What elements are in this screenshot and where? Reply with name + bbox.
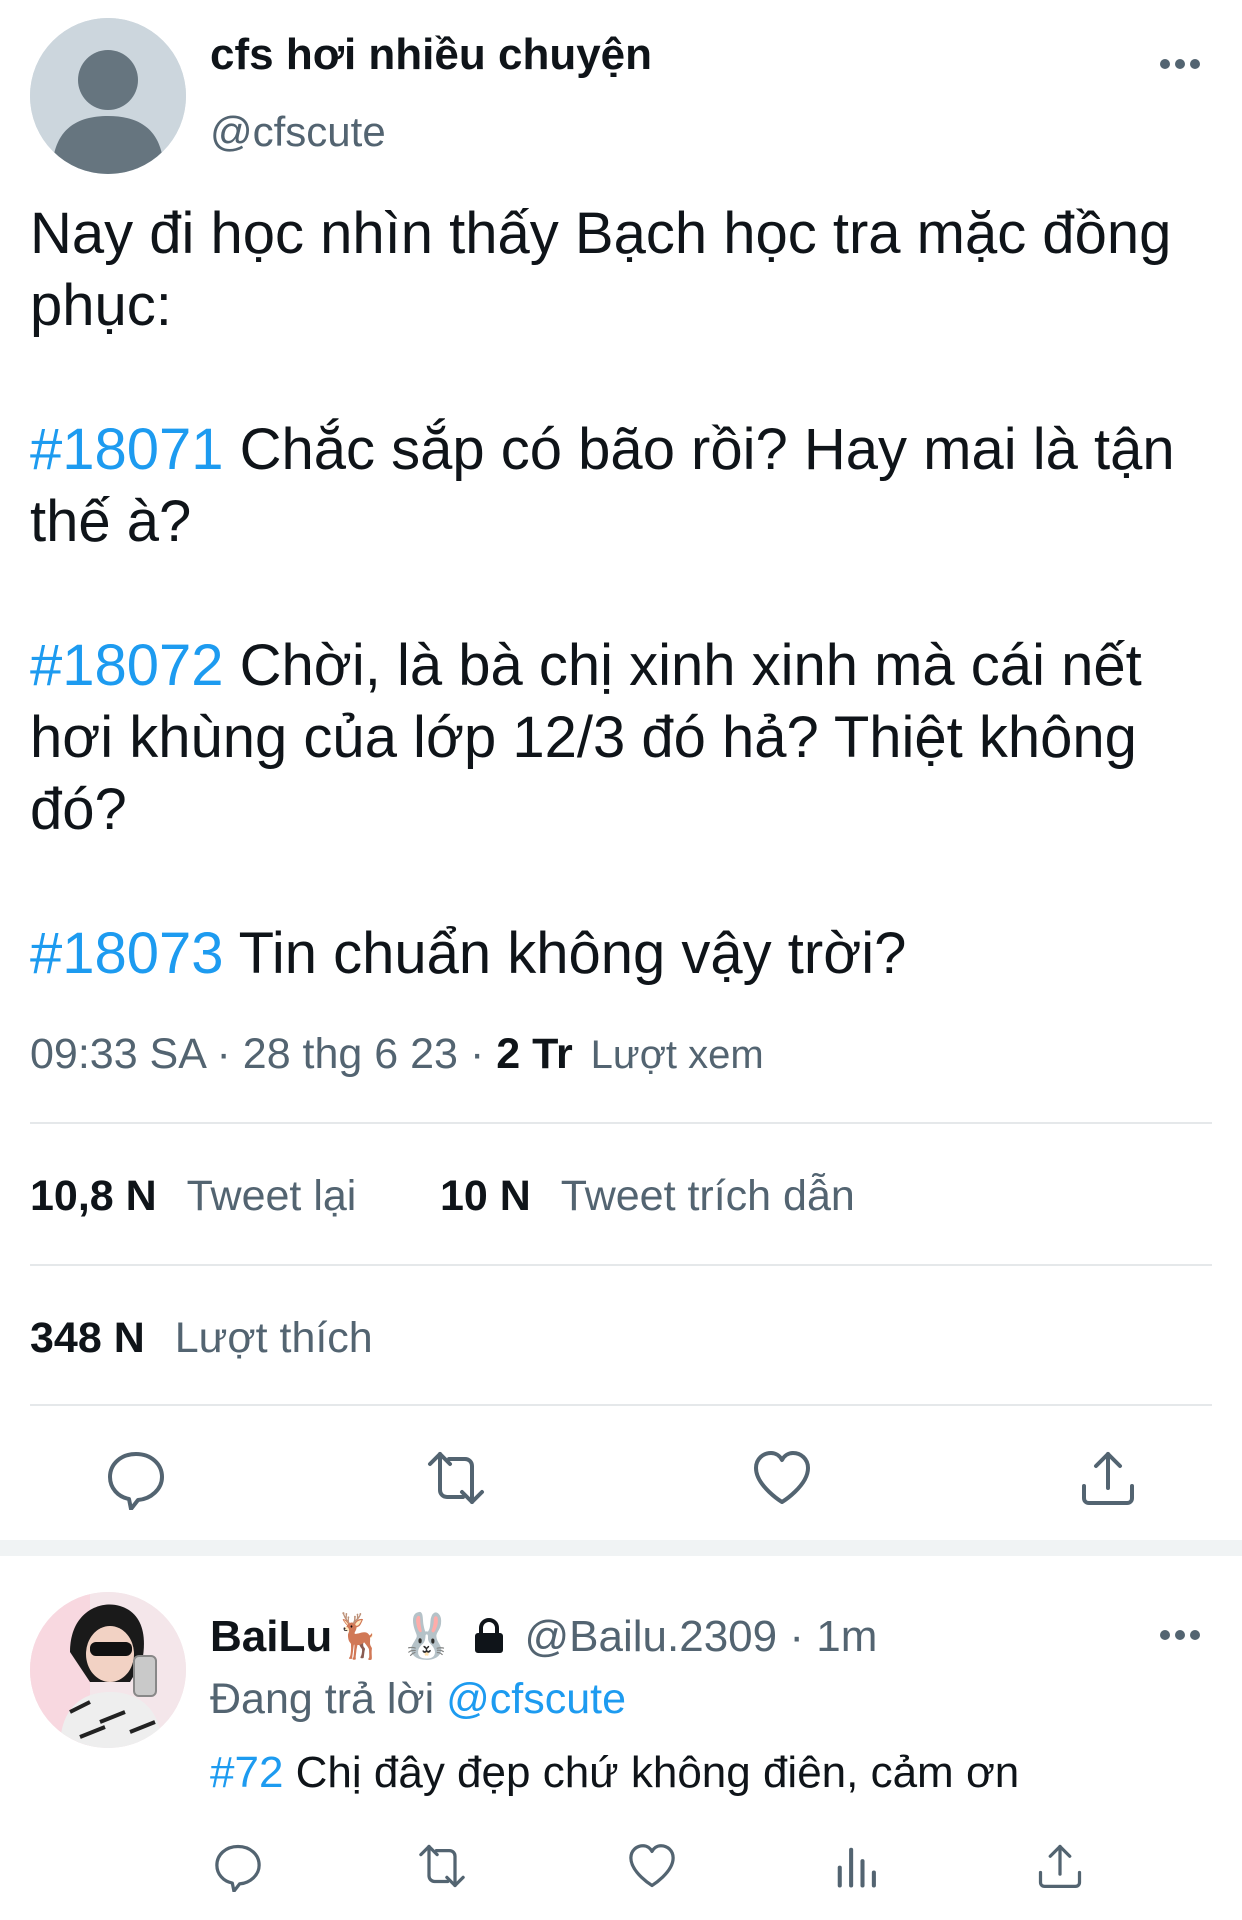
hashtag-link[interactable]: #18073 [30, 921, 224, 986]
section-separator [0, 1540, 1242, 1556]
retweet-icon[interactable] [416, 1840, 468, 1892]
author-handle[interactable]: @cfscute [210, 108, 386, 156]
like-stats[interactable]: 348 N Lượt thích [30, 1314, 373, 1363]
retweet-icon[interactable] [424, 1446, 488, 1510]
tweet-paragraph: #18073 Tin chuẩn không vậy trời? [30, 918, 1210, 990]
retweet-stats[interactable]: 10,8 N Tweet lại [30, 1172, 356, 1221]
replying-to-handle[interactable]: @cfscute [446, 1675, 626, 1723]
divider [30, 1404, 1212, 1406]
reply-time[interactable]: 1m [816, 1612, 877, 1661]
quotes-count: 10 N [440, 1172, 531, 1220]
reply-author-avatar[interactable] [30, 1592, 186, 1748]
author-display-name[interactable]: cfs hơi nhiều chuyện [210, 30, 652, 80]
default-avatar-icon [30, 18, 186, 174]
reply-handle[interactable]: @Bailu.2309 [525, 1612, 778, 1661]
hashtag-link[interactable]: #72 [210, 1748, 283, 1797]
tweet-text: Nay đi học nhìn thấy Bạch học tra mặc đồ… [30, 198, 1210, 990]
like-icon[interactable] [750, 1446, 814, 1510]
reply-display-name[interactable]: BaiLu [210, 1612, 332, 1661]
lock-icon [472, 1616, 506, 1654]
retweets-label: Tweet lại [186, 1172, 357, 1220]
hashtag-link[interactable]: #18071 [30, 417, 224, 482]
like-icon[interactable] [626, 1840, 678, 1892]
share-icon[interactable] [1076, 1446, 1140, 1510]
share-icon[interactable] [1034, 1840, 1086, 1892]
divider [30, 1122, 1212, 1124]
more-options-icon[interactable] [1158, 52, 1202, 76]
tweet-metadata: 09:33 SA · 28 thg 6 23 · 2 Tr Lượt xem [30, 1030, 764, 1078]
author-avatar[interactable] [30, 18, 186, 174]
more-options-icon[interactable] [1158, 1624, 1202, 1646]
replying-to: Đang trả lời @cfscute [210, 1675, 626, 1724]
reply-icon[interactable] [104, 1446, 168, 1511]
views-label: Lượt xem [590, 1033, 764, 1077]
tweet-paragraph: Nay đi học nhìn thấy Bạch học tra mặc đồ… [30, 201, 1172, 338]
tweet-paragraph: #18071 Chắc sắp có bão rồi? Hay mai là t… [30, 414, 1210, 558]
quotes-label: Tweet trích dẫn [560, 1172, 855, 1220]
reply-text: #72 Chị đây đẹp chứ không điên, cảm ơn [210, 1748, 1019, 1798]
hashtag-link[interactable]: #18072 [30, 633, 224, 698]
tweet-time[interactable]: 09:33 SA [30, 1030, 205, 1078]
likes-label: Lượt thích [174, 1314, 373, 1362]
divider [30, 1264, 1212, 1266]
analytics-icon[interactable] [830, 1840, 882, 1892]
reply-author-line: BaiLu🦌 🐰 @Bailu.2309 · 1m [210, 1612, 878, 1661]
views-count: 2 Tr [496, 1030, 573, 1078]
tweet-date[interactable]: 28 thg 6 23 [243, 1030, 458, 1078]
reply-icon[interactable] [212, 1840, 264, 1893]
tweet-paragraph: #18072 Chời, là bà chị xinh xinh mà cái … [30, 630, 1210, 846]
likes-count: 348 N [30, 1314, 145, 1362]
reply-text-body: Chị đây đẹp chứ không điên, cảm ơn [283, 1748, 1020, 1797]
replying-prefix: Đang trả lời [210, 1675, 435, 1723]
retweets-count: 10,8 N [30, 1172, 157, 1220]
name-emojis: 🦌 🐰 [332, 1612, 455, 1661]
quote-stats[interactable]: 10 N Tweet trích dẫn [440, 1172, 855, 1221]
tweet-paragraph-text: Tin chuẩn không vậy trời? [223, 921, 907, 986]
